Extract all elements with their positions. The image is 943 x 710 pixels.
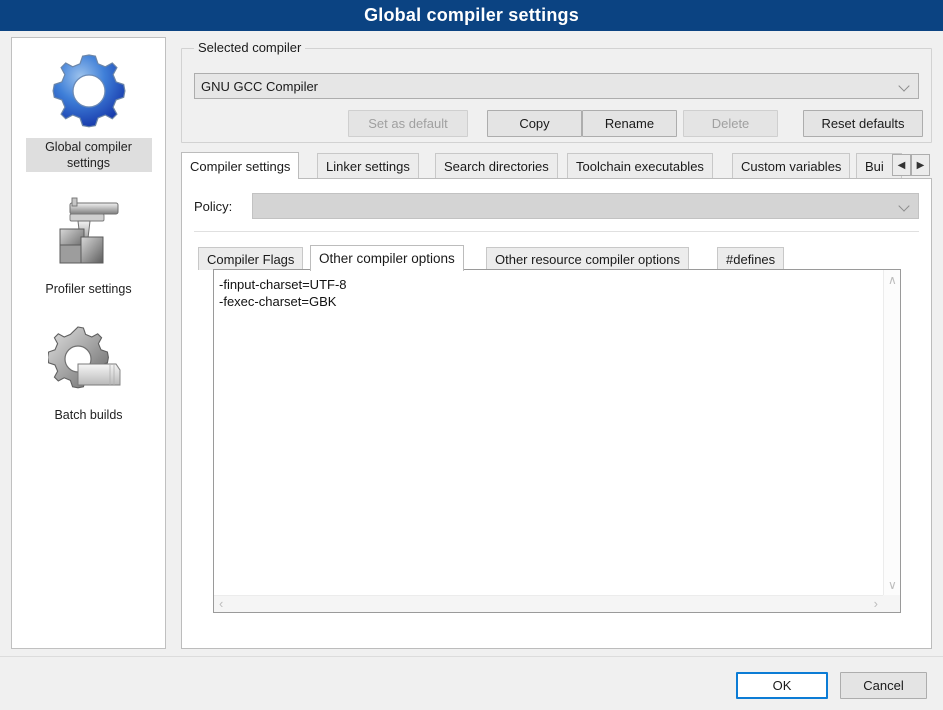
chevron-down-icon [898, 199, 912, 213]
scroll-up-icon[interactable]: ∧ [888, 274, 897, 286]
other-compiler-options-text[interactable]: -finput-charset=UTF-8 -fexec-charset=GBK [219, 276, 878, 592]
copy-button[interactable]: Copy [487, 110, 582, 137]
selected-compiler-group: Selected compiler GNU GCC Compiler Set a… [181, 40, 932, 143]
compiler-select-value: GNU GCC Compiler [201, 78, 319, 94]
scrollbar-corner [883, 595, 900, 612]
scroll-down-icon[interactable]: ∨ [888, 579, 897, 591]
dialog-body: Global compiler settings Profiler settin… [0, 31, 943, 710]
right-pane: Selected compiler GNU GCC Compiler Set a… [181, 37, 932, 649]
inner-tab-defines[interactable]: #defines [717, 247, 785, 270]
compiler-options-tabstrip: Compiler Flags Other compiler options Ot… [198, 245, 915, 271]
editor-vertical-scrollbar[interactable]: ∧ ∨ [883, 270, 900, 595]
sidebar: Global compiler settings Profiler settin… [11, 37, 166, 649]
tab-custom-variables[interactable]: Custom variables [732, 153, 851, 178]
cancel-button[interactable]: Cancel [840, 672, 927, 699]
main-tabstrip: Compiler settings Linker settings Search… [181, 152, 932, 179]
delete-button[interactable]: Delete [683, 110, 778, 137]
footer-divider [0, 656, 943, 657]
sidebar-item-batch-builds[interactable]: Batch builds [12, 306, 165, 432]
rename-button[interactable]: Rename [582, 110, 677, 137]
window-titlebar: Global compiler settings [0, 0, 943, 31]
policy-select[interactable] [252, 193, 919, 219]
set-as-default-button[interactable]: Set as default [348, 110, 468, 137]
other-compiler-options-editor[interactable]: -finput-charset=UTF-8 -fexec-charset=GBK… [213, 269, 901, 613]
tab-toolchain-executables[interactable]: Toolchain executables [567, 153, 713, 178]
sidebar-item-label: Global compiler settings [25, 138, 152, 172]
window-title: Global compiler settings [364, 5, 579, 25]
chevron-down-icon [898, 79, 912, 93]
inner-tab-compiler-flags[interactable]: Compiler Flags [198, 247, 304, 270]
inner-tab-other-compiler-options[interactable]: Other compiler options [310, 245, 464, 271]
tab-linker-settings[interactable]: Linker settings [317, 153, 419, 178]
reset-defaults-button[interactable]: Reset defaults [803, 110, 923, 137]
sidebar-item-global-compiler-settings[interactable]: Global compiler settings [12, 38, 165, 180]
selected-compiler-group-label: Selected compiler [194, 40, 306, 55]
divider [194, 231, 919, 232]
sidebar-item-label: Profiler settings [45, 282, 132, 296]
ok-button[interactable]: OK [736, 672, 828, 699]
tab-scroll-left-button[interactable]: ◀ [892, 154, 911, 176]
policy-label: Policy: [194, 198, 233, 214]
blue-gear-icon [46, 48, 132, 134]
policy-row: Policy: [194, 193, 919, 219]
tab-scroll-right-button[interactable]: ▶ [911, 154, 930, 176]
scroll-right-icon[interactable]: › [874, 597, 878, 610]
gear-papers-icon [46, 316, 132, 402]
caliper-blocks-icon [46, 190, 132, 276]
tab-search-directories[interactable]: Search directories [435, 153, 558, 178]
inner-tab-other-resource-compiler-options[interactable]: Other resource compiler options [486, 247, 689, 270]
tab-compiler-settings[interactable]: Compiler settings [181, 152, 300, 179]
scroll-left-icon[interactable]: ‹ [219, 597, 223, 610]
sidebar-item-label: Batch builds [54, 408, 123, 422]
compiler-settings-tabpage: Policy: Compiler Flags Other compiler op… [181, 178, 932, 649]
compiler-select[interactable]: GNU GCC Compiler [194, 73, 919, 99]
sidebar-item-profiler-settings[interactable]: Profiler settings [12, 180, 165, 306]
editor-horizontal-scrollbar[interactable]: ‹ › [214, 595, 883, 612]
